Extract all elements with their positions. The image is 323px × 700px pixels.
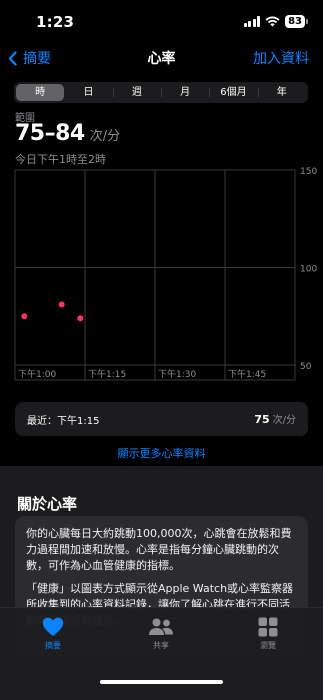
chart-x-tick-label: 下午1:00	[18, 368, 56, 380]
tab-summary-label: 摘要	[45, 641, 61, 650]
segment-week[interactable]: 週	[112, 84, 161, 101]
chart-x-tick-label: 下午1:45	[228, 368, 266, 380]
heart-rate-chart[interactable]: 150 100 50 下午1:00 下午1:15 下午1:30 下午1:45	[0, 160, 323, 385]
grid-icon	[258, 617, 278, 637]
latest-value: 75	[254, 413, 270, 426]
battery-indicator: 83	[285, 15, 308, 28]
segment-6-months[interactable]: 6個月	[209, 84, 257, 101]
tab-summary[interactable]: 摘要	[23, 617, 83, 651]
chart-y-tick-label: 50	[300, 362, 312, 372]
range-unit: 次/分	[89, 129, 121, 144]
chevron-left-icon	[8, 50, 17, 66]
heart-rate-chart-svg: 150 100 50 下午1:00 下午1:15 下午1:30 下午1:45	[14, 167, 317, 381]
back-button[interactable]: 摘要	[8, 48, 51, 68]
status-bar: 1:23 83	[0, 0, 323, 44]
heart-rate-point	[58, 301, 65, 308]
latest-label: 最近：下午1:15	[27, 416, 100, 427]
show-more-heart-rate-link[interactable]: 顯示更多心率資料	[0, 445, 323, 461]
segment-hour[interactable]: 時	[16, 84, 65, 101]
range-value: 75–84	[15, 121, 85, 146]
back-button-label: 摘要	[23, 51, 51, 67]
cellular-signal-icon	[243, 16, 261, 27]
chart-y-tick-label: 100	[300, 265, 317, 275]
about-paragraph-1: 你的心臟每日大約跳動100,000次，心跳會在放鬆和費力過程間加速和放慢。心率是…	[26, 527, 292, 572]
wifi-icon	[265, 16, 280, 27]
status-icons: 83	[243, 15, 308, 28]
navigation-bar: 摘要 心率 加入資料	[0, 44, 323, 74]
tab-sharing-label: 共享	[153, 641, 169, 650]
latest-unit: 次/分	[272, 415, 296, 426]
time-range-segmented-control: 時 日 週 月 6個月 年	[14, 82, 308, 103]
latest-reading-card[interactable]: 最近：下午1:15 75 次/分	[15, 402, 308, 436]
about-title: 關於心率	[17, 495, 78, 513]
tab-browse-label: 瀏覽	[260, 641, 276, 650]
heart-icon	[42, 617, 64, 636]
latest-value-group: 75 次/分	[254, 411, 296, 426]
segment-day[interactable]: 日	[64, 84, 112, 101]
heart-rate-point	[21, 313, 28, 320]
add-data-button[interactable]: 加入資料	[253, 48, 309, 68]
tab-bar: 摘要 共享 瀏覽	[0, 607, 323, 700]
tab-browse[interactable]: 瀏覽	[238, 617, 298, 651]
heart-rate-point	[77, 315, 84, 322]
people-icon	[149, 618, 173, 635]
status-time: 1:23	[36, 13, 75, 31]
chart-y-tick-label: 150	[300, 167, 317, 177]
tab-sharing[interactable]: 共享	[131, 617, 191, 651]
segment-year[interactable]: 年	[257, 84, 306, 101]
home-indicator	[100, 680, 223, 684]
chart-x-tick-label: 下午1:30	[158, 368, 196, 380]
chart-x-tick-label: 下午1:15	[88, 368, 126, 380]
range-value-group: 75–84 次/分	[15, 121, 120, 146]
segment-month[interactable]: 月	[160, 84, 209, 101]
